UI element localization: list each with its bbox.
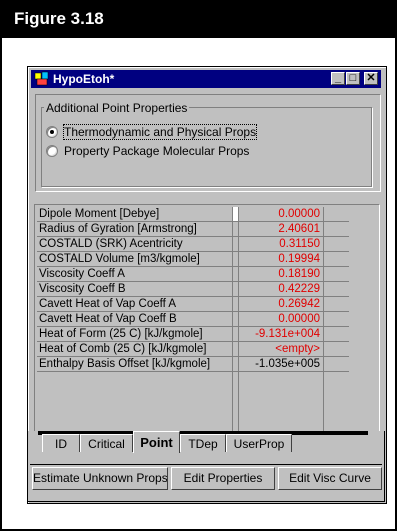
property-name: Viscosity Coeff B <box>37 282 233 297</box>
radio-thermo-label: Thermodynamic and Physical Props <box>62 124 258 140</box>
row-filler <box>324 312 349 327</box>
table-row[interactable]: Cavett Heat of Vap Coeff A 0.26942 <box>37 297 349 312</box>
property-value[interactable]: 0.31150 <box>239 237 324 252</box>
property-name: Cavett Heat of Vap Coeff A <box>37 297 233 312</box>
property-name: COSTALD Volume [m3/kgmole] <box>37 252 233 267</box>
close-icon: ✕ <box>366 72 376 84</box>
property-value[interactable]: 0.00000 <box>239 207 324 222</box>
table-row[interactable]: Dipole Moment [Debye] 0.00000 <box>37 207 349 222</box>
title-bar[interactable]: HypoEtoh* _ □ ✕ <box>31 70 381 88</box>
tab-id[interactable]: ID <box>42 434 80 452</box>
app-icon <box>34 71 49 86</box>
row-filler <box>324 327 349 342</box>
restore-button[interactable]: □ <box>346 72 360 85</box>
table-row[interactable]: Heat of Form (25 C) [kJ/kgmole] -9.131e+… <box>37 327 349 342</box>
window-title: HypoEtoh* <box>53 72 115 86</box>
edit-visc-curve-label: Edit Visc Curve <box>289 471 371 485</box>
property-name: Dipole Moment [Debye] <box>37 207 233 222</box>
tab-id-label: ID <box>55 437 67 451</box>
edit-visc-curve-button[interactable]: Edit Visc Curve <box>278 467 382 490</box>
property-value[interactable]: -9.131e+004 <box>239 327 324 342</box>
radio-unselected-icon <box>46 145 58 157</box>
row-filler <box>324 237 349 252</box>
table-row[interactable]: Cavett Heat of Vap Coeff B 0.00000 <box>37 312 349 327</box>
tab-critical-label: Critical <box>88 437 125 451</box>
table-row[interactable]: Heat of Comb (25 C) [kJ/kgmole] <empty> <box>37 342 349 357</box>
property-name: COSTALD (SRK) Acentricity <box>37 237 233 252</box>
radio-molecular-props[interactable]: Property Package Molecular Props <box>46 144 346 160</box>
table-row[interactable]: COSTALD (SRK) Acentricity 0.31150 <box>37 237 349 252</box>
property-name: Viscosity Coeff A <box>37 267 233 282</box>
tab-tdep-label: TDep <box>188 437 218 451</box>
table-row[interactable]: Enthalpy Basis Offset [kJ/kgmole] -1.035… <box>37 357 349 372</box>
minimize-button[interactable]: _ <box>331 72 345 85</box>
property-name: Heat of Comb (25 C) [kJ/kgmole] <box>37 342 233 357</box>
window-bottom: ID Critical Point TDep UserProp Estimate… <box>27 431 385 502</box>
row-filler <box>324 342 349 357</box>
group-label: Additional Point Properties <box>44 101 190 115</box>
row-filler <box>324 357 349 372</box>
property-value[interactable]: 0.18190 <box>239 267 324 282</box>
table-row[interactable]: Viscosity Coeff B 0.42229 <box>37 282 349 297</box>
table-row[interactable]: Viscosity Coeff A 0.18190 <box>37 267 349 282</box>
point-panel: Additional Point Properties Thermodynami… <box>35 94 381 192</box>
row-filler <box>324 282 349 297</box>
property-value[interactable]: 0.42229 <box>239 282 324 297</box>
minimize-icon: _ <box>334 72 342 84</box>
property-name: Enthalpy Basis Offset [kJ/kgmole] <box>37 357 233 372</box>
tab-point[interactable]: Point <box>133 431 180 453</box>
property-value[interactable]: 0.00000 <box>239 312 324 327</box>
tab-userprop[interactable]: UserProp <box>226 434 292 452</box>
restore-icon: □ <box>349 72 357 84</box>
property-value[interactable]: 2.40601 <box>239 222 324 237</box>
tab-tdep[interactable]: TDep <box>180 434 226 452</box>
figure-title: Figure 3.18 <box>14 9 104 28</box>
tab-userprop-label: UserProp <box>233 437 285 451</box>
figure-banner: Figure 3.18 <box>0 0 397 38</box>
tab-point-label: Point <box>140 435 173 450</box>
radio-molecular-label: Property Package Molecular Props <box>64 144 250 158</box>
row-filler <box>324 207 349 222</box>
edit-properties-label: Edit Properties <box>183 471 263 485</box>
table-row[interactable]: Radius of Gyration [Armstrong] 2.40601 <box>37 222 349 237</box>
property-value[interactable]: 0.26942 <box>239 297 324 312</box>
property-value[interactable]: <empty> <box>239 342 324 357</box>
property-value[interactable]: -1.035e+005 <box>239 357 324 372</box>
row-filler <box>324 252 349 267</box>
row-filler <box>324 297 349 312</box>
property-name: Cavett Heat of Vap Coeff B <box>37 312 233 327</box>
row-filler <box>324 222 349 237</box>
estimate-button-label: Estimate Unknown Props <box>33 471 168 485</box>
radio-thermo-physical[interactable]: Thermodynamic and Physical Props <box>46 124 346 141</box>
close-button[interactable]: ✕ <box>364 72 378 85</box>
property-name: Radius of Gyration [Armstrong] <box>37 222 233 237</box>
table-row[interactable]: COSTALD Volume [m3/kgmole] 0.19994 <box>37 252 349 267</box>
row-filler <box>324 267 349 282</box>
tab-critical[interactable]: Critical <box>80 434 133 452</box>
property-value[interactable]: 0.19994 <box>239 252 324 267</box>
radio-selected-icon <box>46 126 58 138</box>
estimate-unknown-props-button[interactable]: Estimate Unknown Props <box>32 467 168 490</box>
edit-properties-button[interactable]: Edit Properties <box>171 467 275 490</box>
button-separator <box>30 464 382 465</box>
property-name: Heat of Form (25 C) [kJ/kgmole] <box>37 327 233 342</box>
